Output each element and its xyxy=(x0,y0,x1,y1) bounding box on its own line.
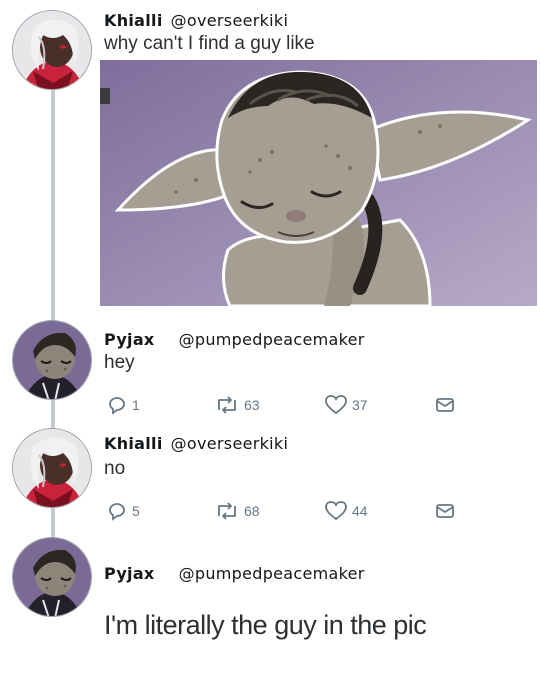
like-count: 44 xyxy=(352,503,368,519)
display-name[interactable]: Khialli xyxy=(104,11,163,30)
user-handle[interactable]: @pumpedpeacemaker xyxy=(179,330,365,349)
user-handle[interactable]: @overseerkiki xyxy=(171,11,289,30)
heart-icon xyxy=(325,501,347,521)
tweet-text: why can't I find a guy like xyxy=(104,33,315,54)
like-button[interactable]: 37 xyxy=(324,394,368,416)
message-button[interactable] xyxy=(434,500,460,522)
like-button[interactable]: 44 xyxy=(324,500,368,522)
tweet-header: Pyjax @pumpedpeacemaker xyxy=(104,330,365,349)
user-handle[interactable]: @pumpedpeacemaker xyxy=(179,564,365,583)
display-name[interactable]: Pyjax xyxy=(104,330,155,349)
user-handle[interactable]: @overseerkiki xyxy=(171,434,289,453)
tweet-actions: 1 63 37 xyxy=(106,394,466,416)
retweet-button[interactable]: 63 xyxy=(214,394,260,416)
message-button[interactable] xyxy=(434,394,460,416)
tweet-header: Khialli @overseerkiki xyxy=(104,11,288,30)
display-name[interactable]: Khialli xyxy=(104,434,163,453)
reply-count: 1 xyxy=(132,397,140,413)
tweet-header: Khialli @overseerkiki xyxy=(104,434,288,453)
tweet-image[interactable] xyxy=(100,60,537,306)
envelope-icon xyxy=(436,398,454,412)
tweet-text: no xyxy=(104,458,126,479)
avatar-khialli[interactable] xyxy=(12,428,92,508)
retweet-button[interactable]: 68 xyxy=(214,500,260,522)
retweet-count: 68 xyxy=(244,503,260,519)
tweet-text: hey xyxy=(104,352,135,373)
display-name[interactable]: Pyjax xyxy=(104,564,155,583)
reply-button[interactable]: 1 xyxy=(106,394,140,416)
retweet-icon xyxy=(218,502,236,520)
avatar-pyjax[interactable] xyxy=(12,537,92,617)
envelope-icon xyxy=(436,504,454,518)
retweet-count: 63 xyxy=(244,397,260,413)
tweet-header: Pyjax @pumpedpeacemaker xyxy=(104,564,365,583)
reply-icon xyxy=(109,397,125,415)
like-count: 37 xyxy=(352,397,368,413)
retweet-icon xyxy=(218,396,236,414)
reply-button[interactable]: 5 xyxy=(106,500,140,522)
reply-icon xyxy=(109,503,125,521)
avatar-khialli[interactable] xyxy=(12,10,92,90)
tweet-actions: 5 68 44 xyxy=(106,500,466,522)
tweet-text: I'm literally the guy in the pic xyxy=(104,610,427,640)
heart-icon xyxy=(325,395,347,415)
avatar-pyjax[interactable] xyxy=(12,320,92,400)
reply-count: 5 xyxy=(132,503,140,519)
